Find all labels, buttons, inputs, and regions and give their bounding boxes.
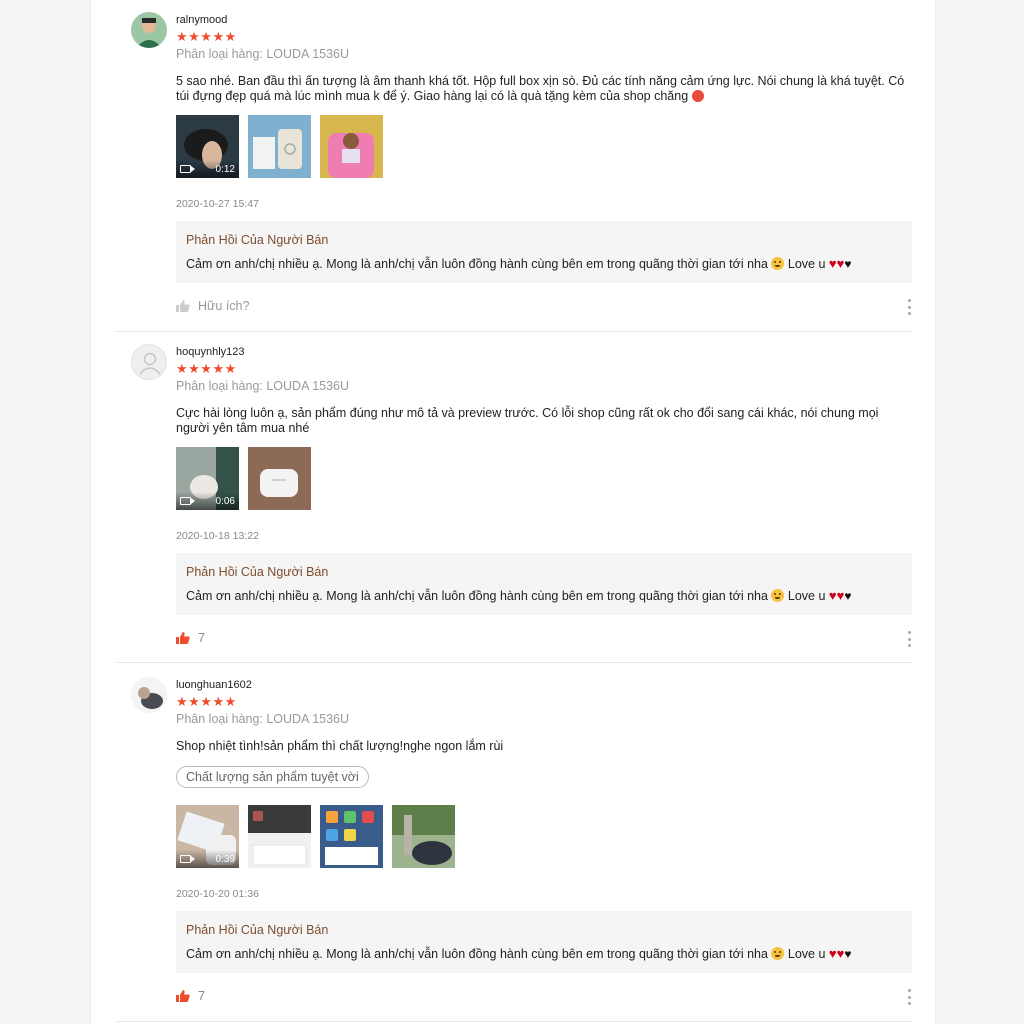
avatar[interactable] [131,677,167,713]
divider [116,331,912,332]
avatar[interactable] [131,12,167,48]
like-button[interactable]: Hữu ích? [176,299,249,313]
review-actions: Hữu ích? [176,299,912,315]
username[interactable]: ralnymood [176,14,227,26]
seller-reply-text: Cảm ơn anh/chị nhiều ạ. Mong là anh/chị … [186,588,852,603]
black-heart-icon: ♥ [844,257,852,271]
like-button[interactable]: 7 [176,631,205,645]
review-comment: 5 sao nhé. Ban đầu thì ấn tượng là âm th… [176,74,905,103]
like-count: 7 [198,989,205,1003]
seller-reply-text: Cảm ơn anh/chị nhiều ạ. Mong là anh/chị … [186,256,852,271]
video-camera-icon [180,855,195,863]
image-thumbnail[interactable] [320,805,383,868]
video-thumbnail[interactable]: 0:06 [176,447,239,510]
username[interactable]: luonghuan1602 [176,679,252,691]
review-actions: 7 [176,989,912,1005]
seller-reply: Phản Hồi Của Người Bán Cảm ơn anh/chị nh… [176,911,912,973]
thumbs-up-icon [176,632,190,644]
image-thumbnail[interactable] [248,115,311,178]
black-heart-icon: ♥ [844,589,852,603]
divider [116,1021,912,1022]
image-thumbnail[interactable] [248,805,311,868]
reviews-panel: ralnymood ★★★★★ Phân loại hàng: LOUDA 15… [90,0,936,1024]
black-heart-icon: ♥ [844,947,852,961]
review-media: 0:06 [176,447,311,510]
review-date: 2020-10-18 13:22 [176,530,259,542]
seller-reply: Phản Hồi Của Người Bán Cảm ơn anh/chị nh… [176,221,912,283]
video-thumbnail[interactable]: 0:12 [176,115,239,178]
star-rating: ★★★★★ [176,29,237,44]
seller-reply-text: Cảm ơn anh/chị nhiều ạ. Mong là anh/chị … [186,946,852,961]
review-date: 2020-10-20 01:36 [176,888,259,900]
smile-emoji-icon [771,589,785,602]
like-button[interactable]: 7 [176,989,205,1003]
video-duration: 0:39 [215,853,235,865]
seller-reply: Phản Hồi Của Người Bán Cảm ơn anh/chị nh… [176,553,912,615]
more-options-button[interactable] [906,989,912,1005]
smile-emoji-icon [771,257,785,270]
helpful-label: Hữu ích? [198,299,250,313]
username[interactable]: hoquynhly123 [176,346,245,358]
divider [116,662,912,663]
star-rating: ★★★★★ [176,694,237,709]
more-options-button[interactable] [906,299,912,315]
video-camera-icon [180,497,195,505]
like-count: 7 [198,631,205,645]
variant-label: Phân loại hàng: LOUDA 1536U [176,47,350,61]
review-tag: Chất lượng sản phẩm tuyệt vời [176,766,369,788]
review-media: 0:12 [176,115,383,178]
video-duration: 0:12 [215,163,235,175]
variant-label: Phân loại hàng: LOUDA 1536U [176,379,350,393]
heart-icon: ♥ [828,946,837,961]
default-user-icon [139,352,161,375]
image-thumbnail[interactable] [320,115,383,178]
thumbs-up-icon [176,300,190,312]
apple-icon [691,90,704,102]
video-thumbnail[interactable]: 0:39 [176,805,239,868]
review-media: 0:39 [176,805,455,868]
thumbs-up-icon [176,990,190,1002]
heart-icon: ♥ [828,256,837,271]
image-thumbnail[interactable] [248,447,311,510]
video-duration: 0:06 [215,495,235,507]
review-date: 2020-10-27 15:47 [176,198,259,210]
seller-reply-title: Phản Hồi Của Người Bán [186,233,329,247]
avatar[interactable] [131,344,167,380]
video-camera-icon [180,165,195,173]
variant-label: Phân loại hàng: LOUDA 1536U [176,712,350,726]
seller-reply-title: Phản Hồi Của Người Bán [186,565,329,579]
smile-emoji-icon [771,947,785,960]
seller-reply-title: Phản Hồi Của Người Bán [186,923,329,937]
more-options-button[interactable] [906,631,912,647]
heart-icon: ♥ [828,588,837,603]
review-comment: Cực hài lòng luôn ạ, sản phẩm đúng như m… [176,406,879,435]
review-actions: 7 [176,631,912,647]
image-thumbnail[interactable] [392,805,455,868]
star-rating: ★★★★★ [176,361,237,376]
review-comment: Shop nhiệt tình!sản phẩm thì chất lượng!… [176,739,504,753]
